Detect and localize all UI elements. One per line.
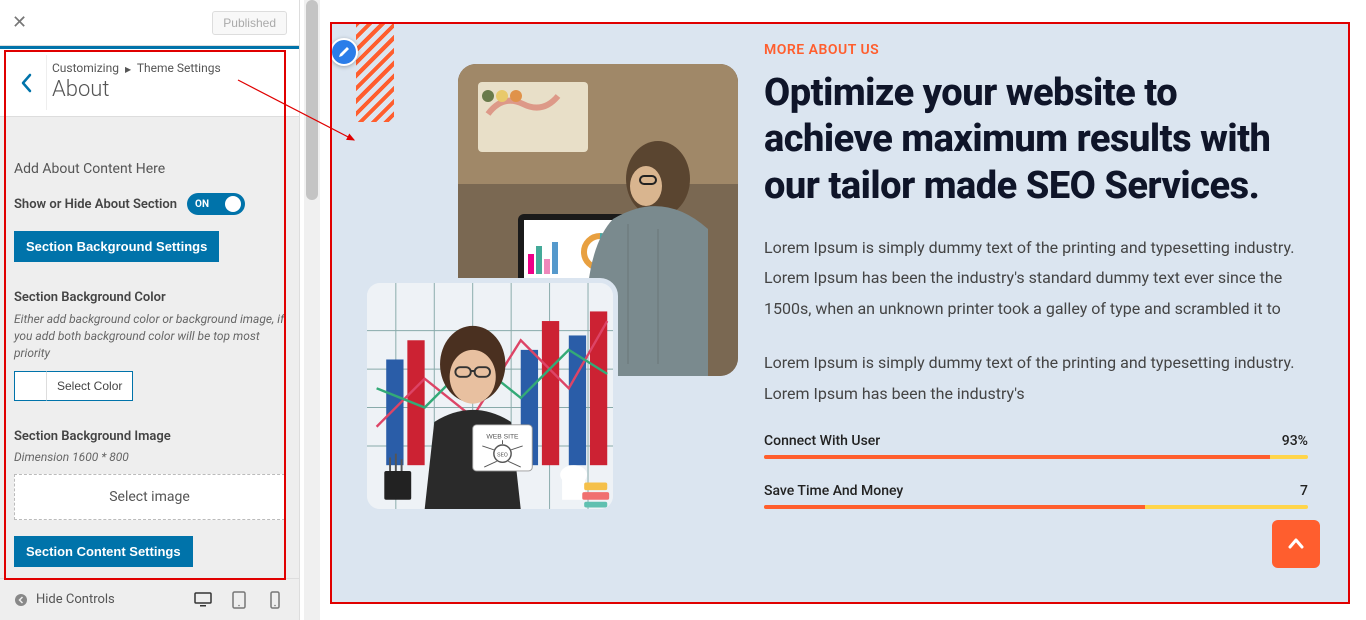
hide-controls-button[interactable]: Hide Controls: [14, 592, 115, 607]
about-paragraph-2: Lorem Ipsum is simply dummy text of the …: [764, 348, 1308, 409]
about-image-secondary: WEB SITE SEO: [362, 278, 618, 514]
section-bg-settings-button[interactable]: Section Background Settings: [14, 231, 219, 262]
toggle-state-text: ON: [195, 199, 209, 210]
progress-item: Connect With User 93%: [764, 433, 1308, 459]
edit-section-button[interactable]: [330, 38, 358, 66]
hide-controls-label: Hide Controls: [36, 592, 115, 607]
desktop-view-button[interactable]: [193, 590, 213, 610]
show-hide-toggle[interactable]: ON: [187, 193, 245, 215]
svg-text:WEB SITE: WEB SITE: [486, 433, 519, 440]
chevron-right-icon: ▶: [125, 65, 131, 74]
progress-label: Connect With User: [764, 433, 880, 449]
breadcrumb-customizing: Customizing: [52, 61, 119, 75]
customizer-panel: Add About Content Here Show or Hide Abou…: [0, 117, 299, 579]
chevron-left-icon: [20, 73, 32, 93]
progress-fill: [764, 455, 1270, 459]
tablet-view-button[interactable]: [229, 590, 249, 610]
about-headline: Optimize your website to achieve maximum…: [764, 70, 1308, 209]
panel-heading: Add About Content Here: [14, 161, 285, 177]
scrollbar-thumb[interactable]: [306, 0, 318, 200]
show-hide-toggle-row: Show or Hide About Section ON: [14, 193, 285, 215]
chevron-up-icon: [1285, 533, 1307, 555]
mobile-view-button[interactable]: [265, 590, 285, 610]
color-swatch[interactable]: [14, 371, 46, 401]
progress-value: 93%: [1282, 433, 1308, 449]
breadcrumb-theme-settings: Theme Settings: [137, 61, 221, 75]
progress-bar: [764, 505, 1308, 509]
close-icon[interactable]: ✕: [12, 12, 27, 33]
progress-fill: [764, 505, 1145, 509]
section-title: About: [52, 77, 285, 102]
live-preview: WEB SITE SEO MORE ABOUT US Optimize your…: [330, 22, 1350, 604]
customizer-bottom-bar: Hide Controls: [0, 578, 299, 620]
customizer-topbar: ✕ Published: [0, 0, 299, 46]
progress-bar: [764, 455, 1308, 459]
bg-image-dimension: Dimension 1600 * 800: [14, 450, 285, 464]
select-image-button[interactable]: Select image: [14, 474, 285, 520]
progress-item: Save Time And Money 7: [764, 483, 1308, 509]
progress-value: 7: [1300, 483, 1308, 499]
about-paragraph-1: Lorem Ipsum is simply dummy text of the …: [764, 233, 1308, 324]
section-content-settings-button[interactable]: Section Content Settings: [14, 536, 193, 567]
toggle-knob: [225, 196, 241, 212]
scrollbar[interactable]: [304, 0, 320, 620]
published-button[interactable]: Published: [212, 11, 287, 35]
breadcrumb: Customizing ▶ Theme Settings About: [0, 46, 299, 117]
bg-color-label: Section Background Color: [14, 290, 285, 305]
about-image-column: WEB SITE SEO: [358, 38, 738, 588]
bg-color-help: Either add background color or backgroun…: [14, 311, 285, 361]
scroll-to-top-button[interactable]: [1272, 520, 1320, 568]
select-color-button[interactable]: Select Color: [46, 371, 133, 401]
about-eyebrow: MORE ABOUT US: [764, 42, 1308, 58]
bg-image-label: Section Background Image: [14, 429, 285, 444]
svg-text:SEO: SEO: [497, 453, 508, 459]
customizer-sidebar: ✕ Published Customizing ▶ Theme Settings…: [0, 0, 300, 620]
toggle-label: Show or Hide About Section: [14, 197, 177, 212]
breadcrumb-path: Customizing ▶ Theme Settings: [52, 61, 285, 75]
progress-label: Save Time And Money: [764, 483, 903, 499]
about-text-column: MORE ABOUT US Optimize your website to a…: [764, 38, 1308, 588]
pencil-icon: [337, 45, 351, 59]
color-picker: Select Color: [14, 371, 285, 401]
collapse-icon: [14, 593, 28, 607]
back-button[interactable]: [10, 67, 42, 99]
